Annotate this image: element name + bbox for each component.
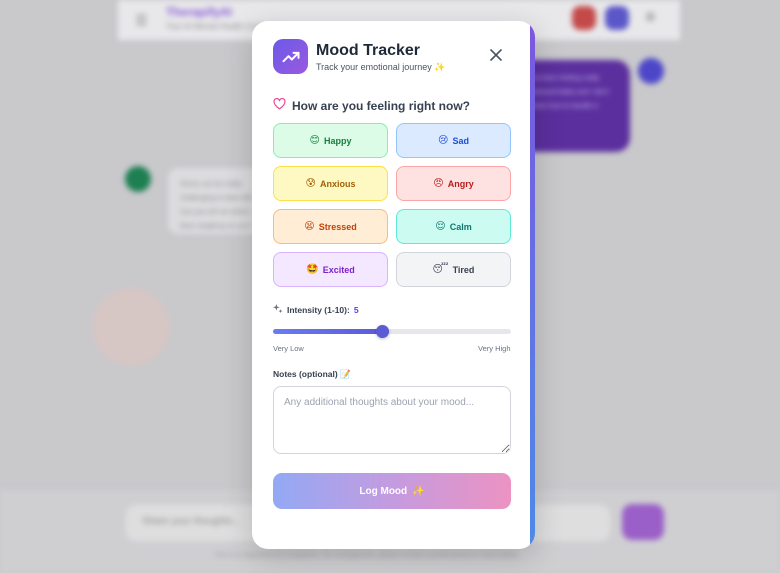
mood-button-stressed[interactable]: 😫 Stressed — [273, 209, 388, 244]
mood-emoji-calm: 😌 — [435, 221, 446, 232]
mood-label: Anxious — [319, 178, 356, 189]
mood-button — [605, 6, 629, 30]
log-mood-button[interactable]: Log Mood ✨ — [273, 473, 511, 509]
slider-thumb[interactable] — [375, 325, 389, 338]
slider-fill — [273, 329, 390, 334]
question-text: How are you feeling right now? — [292, 99, 471, 113]
app-logo: TherapifyAI — [166, 5, 233, 19]
footer-disclaimer: This is a supportive AI companion. For e… — [214, 552, 521, 559]
user-message: I've been feeling really stressed lately… — [520, 60, 630, 152]
mood-label: Happy — [323, 135, 352, 146]
intensity-value: 5 — [353, 305, 359, 315]
mood-button-angry[interactable]: 😠 Angry — [396, 166, 511, 201]
mood-question: How are you feeling right now? — [273, 97, 470, 115]
gear-icon: ⚙ — [645, 10, 656, 24]
send-button — [622, 504, 664, 540]
bot-avatar — [125, 166, 151, 192]
user-avatar — [638, 58, 664, 84]
heart-icon — [273, 97, 286, 115]
mood-emoji-happy: 😊 — [309, 135, 320, 146]
sparkles-icon — [273, 304, 283, 316]
scale-high-label: Very High — [478, 344, 511, 353]
notes-field[interactable] — [273, 386, 511, 454]
mood-label: Excited — [322, 264, 355, 275]
mood-tracker-modal: Mood Tracker Track your emotional journe… — [252, 21, 535, 549]
log-mood-label: Log Mood — [359, 485, 408, 497]
mood-emoji-angry: 😠 — [433, 178, 444, 189]
menu-icon: ☰ — [135, 12, 148, 28]
mood-label: Stressed — [318, 221, 357, 232]
mood-label: Sad — [452, 135, 469, 146]
mood-button-tired[interactable]: 😴 Tired — [396, 252, 511, 287]
decorative-blob — [92, 288, 170, 366]
mood-emoji-stressed: 😫 — [304, 221, 315, 232]
mood-emoji-excited: 🤩 — [306, 264, 319, 275]
modal-scroll-edge — [530, 21, 535, 549]
close-icon[interactable] — [488, 47, 504, 63]
intensity-label-text: Intensity (1-10): — [287, 305, 350, 315]
mood-label: Angry — [447, 178, 474, 189]
modal-title: Mood Tracker — [316, 42, 421, 59]
trending-up-icon — [273, 39, 308, 74]
mood-button-sad[interactable]: 😢 Sad — [396, 123, 511, 158]
scale-low-label: Very Low — [273, 344, 304, 353]
notes-label: Notes (optional) 📝 — [273, 369, 351, 379]
modal-subtitle: Track your emotional journey ✨ — [316, 62, 446, 72]
mood-button-anxious[interactable]: 😰 Anxious — [273, 166, 388, 201]
mood-options: 😊 Happy 😢 Sad 😰 Anxious 😠 Angry 😫 Stressed 😌 Calm 🤩 E… — [273, 123, 511, 287]
emergency-button — [572, 6, 596, 30]
mood-emoji-sad: 😢 — [438, 135, 449, 146]
mood-emoji-anxious: 😰 — [305, 178, 316, 189]
mood-label: Calm — [449, 221, 472, 232]
sparkle-icon: ✨ — [412, 485, 425, 497]
intensity-slider[interactable] — [273, 325, 511, 338]
mood-button-excited[interactable]: 🤩 Excited — [273, 252, 388, 287]
mood-label: Tired — [452, 264, 475, 275]
mood-button-calm[interactable]: 😌 Calm — [396, 209, 511, 244]
intensity-label: Intensity (1-10): 5 — [273, 304, 359, 316]
mood-emoji-tired: 😴 — [432, 264, 449, 275]
mood-button-happy[interactable]: 😊 Happy — [273, 123, 388, 158]
